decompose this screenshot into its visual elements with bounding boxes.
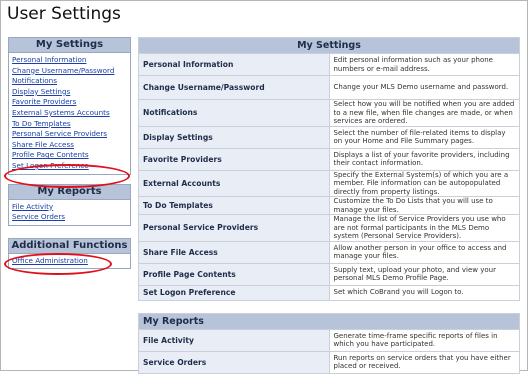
additional-functions-heading: Additional Functions (9, 238, 130, 254)
row-name: Change Username/Password (138, 75, 330, 100)
reports-table: My Reports File Activity Generate time-f… (138, 312, 520, 374)
table-row: Set Logon Preference Set which CoBrand y… (138, 284, 520, 301)
my-settings-panel: My Settings Personal Information Change … (8, 37, 131, 175)
table-row: Change Username/Password Change your MLS… (138, 75, 520, 100)
reports-table-heading: My Reports (138, 312, 520, 330)
sidebar-link-profile-page-contents[interactable]: Profile Page Contents (12, 150, 127, 161)
row-description: Specify the External System(s) of which … (328, 169, 520, 197)
sidebar-link-service-orders[interactable]: Service Orders (12, 212, 127, 223)
table-row: Share File Access Allow another person i… (138, 240, 520, 264)
settings-table-heading: My Settings (138, 37, 520, 54)
table-row: Profile Page Contents Supply text, uploa… (138, 262, 520, 286)
page-title: User Settings (7, 4, 121, 24)
row-description: Displays a list of your favorite provide… (328, 147, 520, 171)
main-content: My Settings Personal Information Edit pe… (138, 37, 520, 374)
sidebar-link-notifications[interactable]: Notifications (12, 76, 127, 87)
row-description: Customize the To Do Lists that you will … (328, 196, 520, 215)
table-row: File Activity Generate time-frame specif… (138, 328, 520, 352)
row-name: Display Settings (138, 125, 330, 149)
row-name: Service Orders (138, 350, 330, 374)
table-row: Service Orders Run reports on service or… (138, 350, 520, 374)
row-name: External Accounts (138, 169, 330, 197)
table-row: External Accounts Specify the External S… (138, 169, 520, 197)
row-description: Generate time-frame specific reports of … (328, 328, 520, 352)
settings-table: My Settings Personal Information Edit pe… (138, 37, 520, 301)
highlight-circle-profile-page-contents (4, 164, 130, 188)
sidebar-link-personal-information[interactable]: Personal Information (12, 55, 127, 66)
row-name: Personal Information (138, 53, 330, 76)
row-description: Run reports on service orders that you h… (328, 350, 520, 374)
table-row: Favorite Providers Displays a list of yo… (138, 147, 520, 171)
row-name: File Activity (138, 328, 330, 352)
row-name: Share File Access (138, 240, 330, 264)
row-description: Change your MLS Demo username and passwo… (328, 75, 520, 100)
sidebar-link-share-file-access[interactable]: Share File Access (12, 140, 127, 151)
sidebar-link-personal-service-providers[interactable]: Personal Service Providers (12, 129, 127, 140)
table-row: Display Settings Select the number of fi… (138, 125, 520, 149)
row-name: Profile Page Contents (138, 262, 330, 286)
table-row: Notifications Select how you will be not… (138, 99, 520, 127)
sidebar-link-change-username-password[interactable]: Change Username/Password (12, 66, 127, 77)
sidebar-link-to-do-templates[interactable]: To Do Templates (12, 119, 127, 130)
row-name: Favorite Providers (138, 147, 330, 171)
row-name: Set Logon Preference (138, 284, 330, 301)
row-name: To Do Templates (138, 196, 330, 215)
sidebar: My Settings Personal Information Change … (8, 37, 131, 270)
row-description: Select the number of file-related items … (328, 125, 520, 149)
row-description: Manage the list of Service Providers you… (328, 214, 520, 242)
my-reports-panel: My Reports File Activity Service Orders (8, 183, 131, 226)
highlight-circle-office-administration (4, 253, 112, 275)
row-name: Notifications (138, 99, 330, 127)
row-description: Allow another person in your office to a… (328, 240, 520, 264)
sidebar-link-file-activity[interactable]: File Activity (12, 202, 127, 213)
row-name: Personal Service Providers (138, 214, 330, 242)
my-settings-heading: My Settings (9, 38, 130, 53)
table-row: To Do Templates Customize the To Do List… (138, 196, 520, 215)
row-description: Set which CoBrand you will Logon to. (328, 284, 520, 301)
sidebar-link-favorite-providers[interactable]: Favorite Providers (12, 97, 127, 108)
row-description: Supply text, upload your photo, and view… (328, 262, 520, 286)
sidebar-link-display-settings[interactable]: Display Settings (12, 87, 127, 98)
row-description: Select how you will be notified when you… (328, 99, 520, 127)
table-row: Personal Service Providers Manage the li… (138, 214, 520, 242)
row-description: Edit personal information such as your p… (328, 53, 520, 76)
table-row: Personal Information Edit personal infor… (138, 53, 520, 76)
sidebar-link-external-systems-accounts[interactable]: External Systems Accounts (12, 108, 127, 119)
